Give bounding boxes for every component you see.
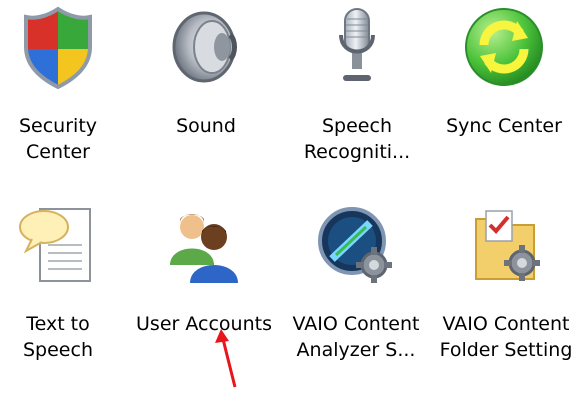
item-label: VAIO Content Folder Setting [439,313,573,361]
speaker-icon [164,5,248,89]
users-icon [162,203,246,287]
item-label: VAIO Content Analyzer S... [292,313,420,361]
folder-gear-icon [464,203,548,287]
control-panel-item-text-to-speech[interactable]: Text to Speech [0,203,130,393]
sync-icon [462,5,546,89]
control-panel-item-security-center[interactable]: Security Center [0,5,130,195]
control-panel-item-speech-recognition[interactable]: Speech Recogniti... [285,5,429,195]
control-panel-item-vaio-content-analyzer[interactable]: VAIO Content Analyzer S... [284,203,428,393]
control-panel-item-vaio-content-folder-setting[interactable]: VAIO Content Folder Setting [434,203,574,393]
item-label: Security Center [18,115,98,163]
control-panel-item-sound[interactable]: Sound [134,5,278,195]
item-label: Text to Speech [23,313,93,361]
microphone-icon [315,5,399,89]
control-panel-item-sync-center[interactable]: Sync Center [432,5,574,195]
vaio-analyzer-icon [314,203,398,287]
item-label: Sync Center [446,115,562,137]
item-label: Speech Recogniti... [303,115,411,163]
speech-bubble-document-icon [16,203,100,287]
item-label: Sound [176,115,236,137]
annotation-arrow [205,325,265,391]
shield-icon [16,5,100,89]
